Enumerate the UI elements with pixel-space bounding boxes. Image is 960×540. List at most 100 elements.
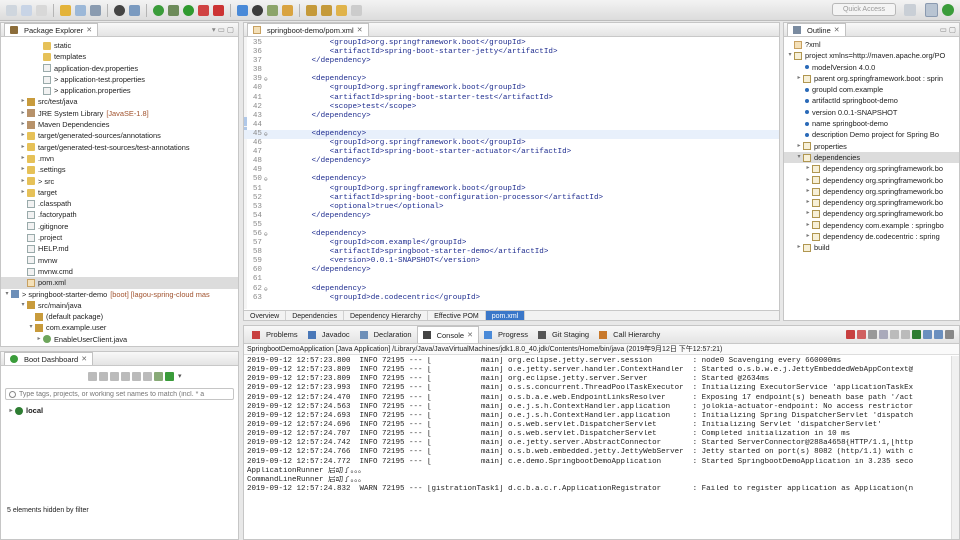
tree-item[interactable]: ▸ Maven Dependencies — [1, 119, 238, 130]
fold-toggle-icon[interactable]: ⊖ — [264, 130, 271, 139]
clear-console-icon[interactable] — [879, 330, 888, 339]
tab-package-explorer[interactable]: Package Explorer ✕ — [4, 23, 99, 36]
tree-item[interactable]: > application-test.properties — [1, 74, 238, 85]
outline-item[interactable]: ▾ dependencies — [784, 151, 959, 164]
tab-outline[interactable]: Outline ✕ — [787, 23, 846, 36]
tree-item[interactable]: (default package) — [1, 311, 238, 322]
spring-perspective-icon[interactable] — [942, 4, 954, 16]
tab-progress[interactable]: Progress — [479, 326, 533, 343]
open-type-icon[interactable] — [60, 4, 71, 16]
back-icon[interactable] — [336, 4, 347, 16]
monitor-icon[interactable] — [129, 4, 140, 16]
close-icon[interactable]: ✕ — [86, 26, 92, 34]
open-perspective-icon[interactable] — [904, 4, 916, 16]
tree-item[interactable]: ▸ target/generated-test-sources/test-anno… — [1, 142, 238, 153]
debug-icon[interactable] — [168, 4, 179, 16]
chevron-right-icon[interactable]: ▸ — [804, 231, 812, 242]
chevron-down-icon[interactable]: ▾ — [795, 152, 803, 163]
console-scrollbar[interactable] — [951, 356, 959, 539]
chevron-right-icon[interactable]: ▸ — [804, 186, 812, 197]
stop-icon[interactable] — [198, 4, 209, 16]
minimize-icon[interactable] — [945, 330, 954, 339]
outline-item[interactable]: version 0.0.1-SNAPSHOT — [784, 107, 959, 118]
remove-all-icon[interactable] — [868, 330, 877, 339]
tab-pom-xml[interactable]: springboot-demo/pom.xml ✕ — [247, 23, 369, 36]
tree-item[interactable]: .classpath — [1, 198, 238, 209]
outline-item[interactable]: ▸ dependency de.codecentric : spring — [784, 231, 959, 242]
console-output[interactable]: 2019-09-12 12:57:23.800 INFO 72195 --- [… — [244, 355, 959, 494]
save-icon[interactable] — [21, 4, 32, 16]
tree-item[interactable]: ▸ target/generated-sources/annotations — [1, 130, 238, 141]
start-icon[interactable] — [88, 372, 97, 381]
chevron-right-icon[interactable]: ▸ — [19, 108, 27, 119]
chevron-down-icon[interactable]: ▾ — [19, 300, 27, 311]
editor-page-tab[interactable]: pom.xml — [485, 311, 526, 320]
close-icon[interactable]: ✕ — [357, 26, 363, 34]
local-target[interactable]: ▸ local — [7, 406, 43, 415]
chevron-down-icon[interactable]: ▾ — [3, 289, 11, 300]
tree-item[interactable]: application-dev.properties — [1, 63, 238, 74]
fold-toggle-icon[interactable]: ⊖ — [264, 75, 271, 84]
outline-item[interactable]: ▸ dependency org.springframework.bo — [784, 208, 959, 219]
minimize-maximize-icon[interactable]: ▭ ▢ — [940, 25, 956, 34]
external-tools-icon[interactable] — [213, 4, 224, 16]
filter-input[interactable] — [19, 390, 233, 398]
outline-item[interactable]: ▸ dependency org.springframework.bo — [784, 163, 959, 174]
editor-page-tab[interactable]: Effective POM — [428, 311, 486, 320]
tree-item[interactable]: ▸ JRE System Library [JavaSE-1.8] — [1, 108, 238, 119]
chevron-right-icon[interactable]: ▸ — [19, 119, 27, 130]
chevron-right-icon[interactable]: ▸ — [19, 142, 27, 153]
outline-item[interactable]: ▸ dependency org.springframework.bo — [784, 186, 959, 197]
tree-item[interactable]: ▸ .mvn — [1, 153, 238, 164]
boot-dashboard-filter[interactable] — [5, 388, 234, 400]
tree-item[interactable]: mvnw — [1, 255, 238, 266]
view-menu-icon[interactable]: ▾ ▭ ▢ — [212, 25, 234, 34]
debug-icon[interactable] — [99, 372, 108, 381]
tab-javadoc[interactable]: Javadoc — [303, 326, 355, 343]
search-file-icon[interactable] — [90, 4, 101, 16]
fold-toggle-icon[interactable]: ⊖ — [264, 230, 271, 239]
chevron-right-icon[interactable]: ▸ — [804, 175, 812, 186]
word-wrap-icon[interactable] — [901, 330, 910, 339]
chevron-right-icon[interactable]: ▸ — [804, 208, 812, 219]
close-icon[interactable]: ✕ — [81, 355, 87, 363]
chevron-right-icon[interactable]: ▸ — [19, 176, 27, 187]
terminate-icon[interactable] — [846, 330, 855, 339]
new-package-icon[interactable] — [267, 4, 278, 16]
outline-item[interactable]: ▸ build — [784, 242, 959, 253]
tree-item[interactable]: ▸ EnableUserClient.java — [1, 334, 238, 345]
outline-item[interactable]: name springboot-demo — [784, 118, 959, 129]
chevron-right-icon[interactable]: ▸ — [804, 197, 812, 208]
close-icon[interactable]: ✕ — [834, 26, 840, 34]
tree-item[interactable]: HELP.md — [1, 243, 238, 254]
link-icon[interactable] — [154, 372, 163, 381]
outline-item[interactable]: ▸ dependency com.example : springbo — [784, 220, 959, 231]
tree-item[interactable]: .gitignore — [1, 221, 238, 232]
outline-item[interactable]: artifactId springboot-demo — [784, 95, 959, 106]
tree-item[interactable]: .factorypath — [1, 209, 238, 220]
chevron-right-icon[interactable]: ▸ — [19, 153, 27, 164]
java-perspective-icon[interactable] — [925, 3, 938, 17]
chevron-right-icon[interactable]: ▸ — [795, 73, 803, 84]
chevron-right-icon[interactable]: ▸ — [795, 141, 803, 152]
chevron-right-icon[interactable]: ▸ — [35, 334, 43, 345]
tree-item[interactable]: ▾ com.example.user — [1, 322, 238, 333]
run-icon[interactable] — [183, 4, 194, 16]
forward-icon[interactable] — [351, 4, 362, 16]
chevron-right-icon[interactable]: ▸ — [795, 242, 803, 253]
outline-item[interactable]: ▸ dependency org.springframework.bo — [784, 197, 959, 208]
tree-item[interactable]: ▸ src/test/java — [1, 96, 238, 107]
chevron-right-icon[interactable]: ▸ — [19, 187, 27, 198]
pin-console-icon[interactable] — [912, 330, 921, 339]
tab-console[interactable]: Console ✕ — [416, 326, 479, 343]
outline-item[interactable]: ▾ project xmlns=http://maven.apache.org/P… — [784, 50, 959, 61]
outline-item[interactable]: ▸ dependency org.springframework.bo — [784, 175, 959, 186]
scroll-lock-icon[interactable] — [890, 330, 899, 339]
display-console-icon[interactable] — [923, 330, 932, 339]
tree-item[interactable]: static — [1, 40, 238, 51]
add-icon[interactable] — [165, 372, 174, 381]
outline-item[interactable]: description Demo project for Spring Bo — [784, 129, 959, 140]
chevron-right-icon[interactable]: ▸ — [19, 96, 27, 107]
editor-page-tab[interactable]: Dependencies — [286, 311, 344, 320]
tab-boot-dashboard[interactable]: Boot Dashboard ✕ — [4, 352, 94, 365]
